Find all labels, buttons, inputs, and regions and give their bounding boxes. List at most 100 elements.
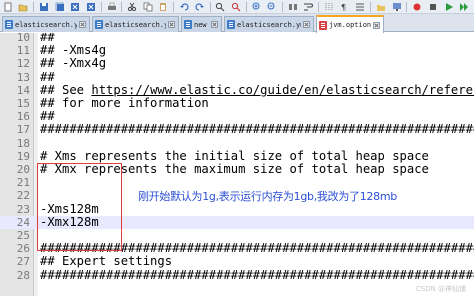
svg-text:¶: ¶ [341, 3, 346, 12]
toolbar-separator [406, 1, 408, 12]
watermark: CSDN @神仙铺 [415, 285, 466, 293]
zoom-out-icon[interactable] [266, 1, 278, 12]
line-number: 21 [16, 176, 30, 190]
code-line[interactable]: 15 ## for more information [0, 96, 474, 110]
run-icon[interactable] [458, 1, 470, 12]
file-icon [319, 20, 327, 30]
line-text: # Xms represents the initial size of tot… [40, 148, 429, 163]
tab-close-icon[interactable] [79, 21, 86, 28]
play-icon[interactable] [443, 1, 455, 12]
toolbar-separator [370, 1, 372, 12]
line-text-prefix: ## See [40, 82, 92, 97]
new-file-icon[interactable] [2, 1, 14, 12]
zoom-in-icon[interactable] [251, 1, 263, 12]
tab-4[interactable]: elasticsearch.yml [224, 16, 314, 32]
paste-icon[interactable] [158, 1, 170, 12]
tab-label: jvm.options [329, 21, 371, 29]
close-icon[interactable] [70, 1, 82, 12]
line-number: 11 [16, 44, 30, 58]
toolbar-separator [245, 1, 247, 12]
show-all-icon[interactable]: ¶ [339, 1, 351, 12]
print-icon[interactable] [106, 1, 118, 12]
file-icon [184, 20, 192, 29]
code-line[interactable]: 14 ## See https://www.elastic.co/guide/en… [0, 82, 474, 97]
line-number: 15 [16, 97, 30, 110]
line-text: ## -Xmx4g [40, 56, 107, 71]
toolbar-separator [100, 1, 102, 12]
annotation-text: 刚开始默认为1g,表示运行内存为1gb,我改为了128mb [138, 190, 397, 203]
highlight-box [37, 163, 122, 251]
line-number: 27 [16, 255, 30, 269]
folder-icon[interactable] [375, 1, 387, 12]
code-line[interactable]: 13 ## [0, 69, 474, 84]
open-folder-icon[interactable] [18, 1, 30, 12]
line-number: 14 [16, 83, 30, 97]
line-number: 18 [16, 136, 30, 150]
tab-close-icon[interactable] [211, 21, 218, 28]
tab-bar: elasticsearch.yml elasticsearch.yml new 4 e… [0, 14, 474, 33]
save-icon[interactable] [38, 1, 50, 12]
code-line[interactable]: 28 ######################################… [0, 267, 474, 282]
line-number: 20 [16, 163, 30, 176]
tab-3[interactable]: new 4 [181, 16, 222, 32]
indent-guide-icon[interactable] [323, 1, 335, 12]
copy-icon[interactable] [142, 1, 154, 12]
line-number: 28 [16, 268, 30, 282]
file-icon [95, 20, 103, 29]
toolbar-separator [173, 1, 175, 12]
file-icon [5, 20, 13, 29]
line-text: ## See https://www.elastic.co/guide/en/e… [40, 82, 474, 97]
toolbar: ¶ [0, 0, 474, 14]
redo-icon[interactable] [194, 1, 206, 12]
tab-1[interactable]: elasticsearch.yml [2, 16, 90, 32]
line-text: ########################################… [40, 122, 474, 137]
toolbar-separator [33, 1, 35, 12]
code-line[interactable]: 17 ######################################… [0, 122, 474, 137]
tab-close-icon[interactable] [168, 21, 175, 28]
line-number: 12 [16, 57, 30, 71]
line-number: 24 [0, 215, 30, 229]
reference-link[interactable]: https://www.elastic.co/guide/en/elastics… [91, 83, 474, 97]
tab-close-icon[interactable] [303, 21, 310, 28]
record-icon[interactable] [411, 1, 423, 12]
undo-icon[interactable] [178, 1, 190, 12]
line-text: ## [40, 69, 55, 84]
tab-2[interactable]: elasticsearch.yml [92, 16, 179, 32]
close-all-icon[interactable] [85, 1, 97, 12]
line-number: 17 [16, 123, 30, 137]
line-text: ## for more information [40, 96, 209, 110]
line-number: 23 [16, 202, 30, 216]
tab-5[interactable]: jvm.options [316, 15, 384, 33]
code-line[interactable]: 11 ## -Xms4g [0, 43, 474, 58]
cut-icon[interactable] [126, 1, 138, 12]
toolbar-separator [282, 1, 284, 12]
code-line[interactable]: 19 # Xms represents the initial size of t… [0, 148, 474, 163]
sync-icon[interactable] [287, 1, 299, 12]
tab-label: elasticsearch.yml [15, 20, 77, 29]
tab-label: elasticsearch.yml [105, 20, 166, 29]
toolbar-separator [121, 1, 123, 12]
code-line[interactable]: 27 ## Expert settings [0, 254, 474, 269]
code-line[interactable]: 16 ## [0, 109, 474, 124]
line-number: 10 [16, 33, 30, 44]
code-line[interactable]: 12 ## -Xmx4g [0, 56, 474, 71]
file-icon [227, 20, 235, 29]
line-text: ## Expert settings [40, 254, 173, 269]
save-all-icon[interactable] [54, 1, 66, 12]
wrap-icon[interactable] [303, 1, 315, 12]
replace-icon[interactable] [230, 1, 242, 12]
line-text: ## -Xms4g [40, 43, 107, 58]
line-number: 13 [16, 70, 30, 84]
toolbar-separator [209, 1, 211, 12]
function-list-icon[interactable] [355, 1, 367, 12]
line-number: 26 [16, 242, 30, 256]
line-number: 25 [16, 229, 30, 242]
code-line[interactable]: 18 [0, 137, 474, 150]
line-text: ########################################… [40, 267, 474, 282]
find-icon[interactable] [215, 1, 227, 12]
line-number: 22 [16, 189, 30, 203]
monitor-icon[interactable] [391, 1, 403, 12]
tab-close-icon[interactable] [373, 21, 380, 29]
stop-icon[interactable] [427, 1, 439, 12]
line-number: 16 [16, 110, 30, 124]
